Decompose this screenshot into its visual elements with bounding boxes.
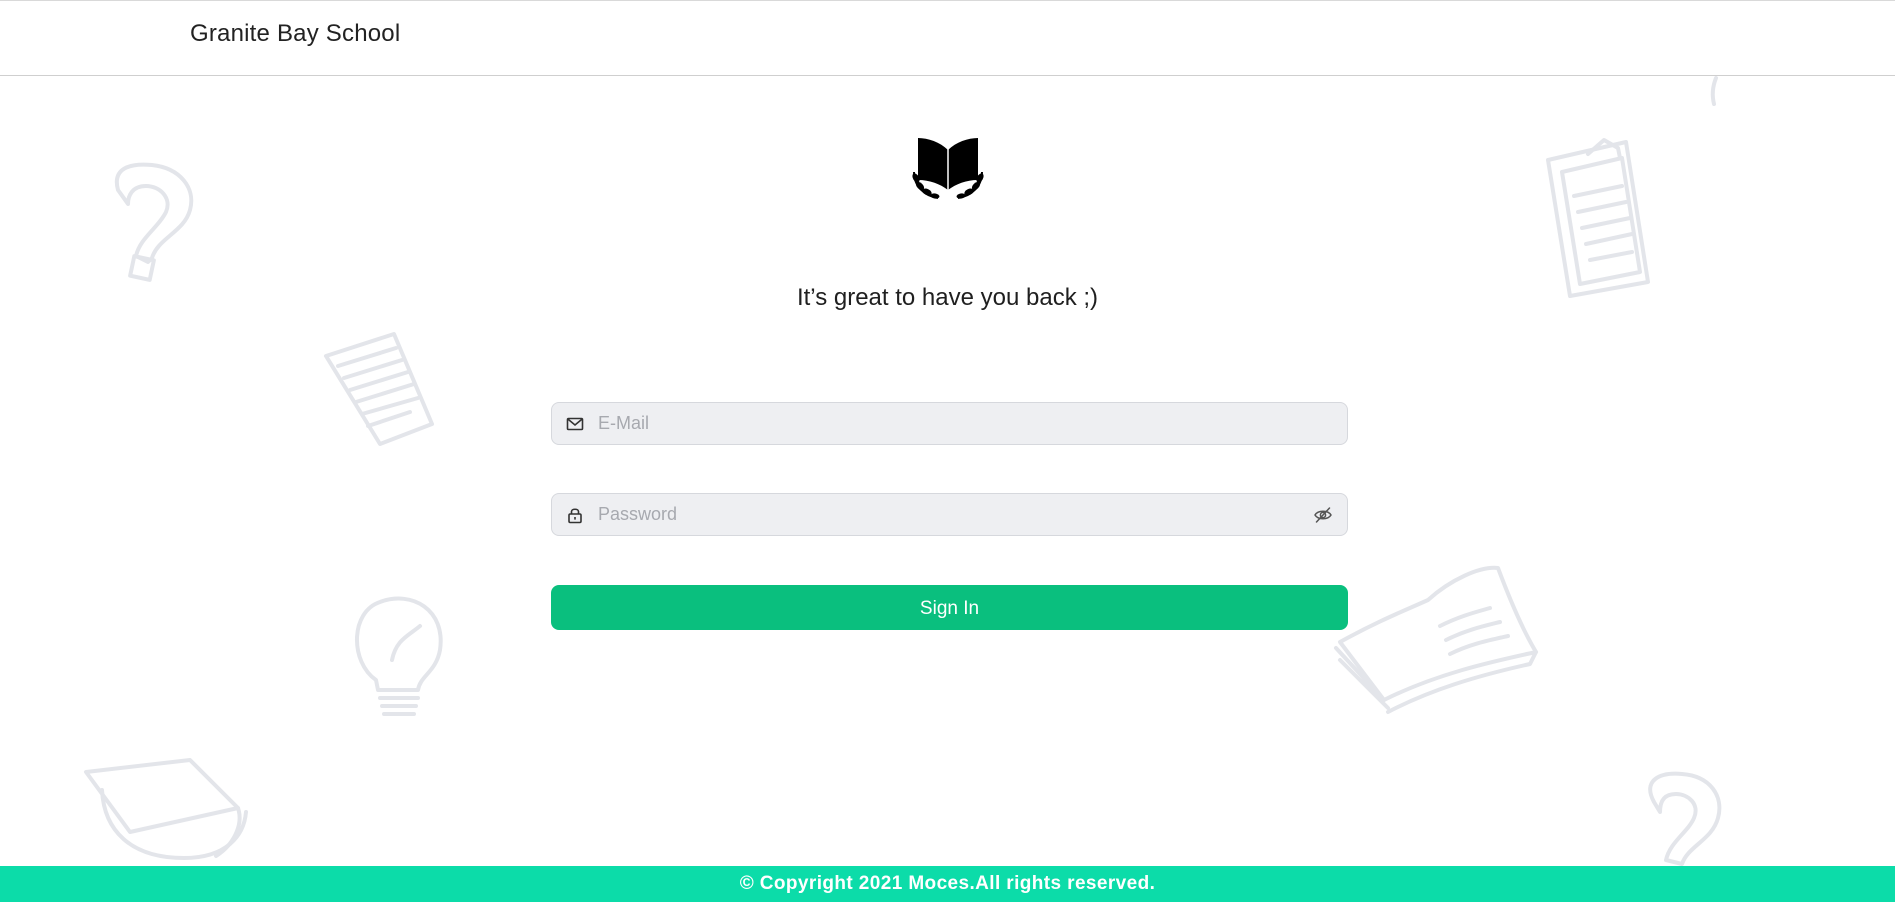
open-book-with-laurel-icon (912, 138, 984, 199)
welcome-message: It’s great to have you back ;) (796, 284, 1099, 311)
email-field[interactable] (551, 402, 1348, 445)
password-field[interactable] (551, 493, 1348, 536)
question-mark-icon (114, 162, 194, 282)
clipboard-icon (1546, 138, 1650, 298)
question-mark-icon (1648, 771, 1722, 866)
eye-slash-icon[interactable] (1313, 506, 1333, 524)
paper-sheet-icon (324, 332, 434, 446)
lock-icon (568, 508, 582, 524)
footer-copyright: © Copyright 2021 Moces.All rights reserv… (0, 866, 1895, 902)
school-name: Granite Bay School (190, 20, 401, 47)
top-navbar: Granite Bay School (0, 0, 1895, 76)
login-page: Granite Bay School It’s great to have yo… (0, 0, 1895, 902)
email-input[interactable] (598, 403, 1278, 444)
open-book-icon (1334, 565, 1538, 714)
password-input[interactable] (598, 494, 1278, 535)
lightbulb-icon (355, 596, 443, 716)
sign-in-button[interactable]: Sign In (551, 585, 1348, 630)
graduation-cap-icon (84, 758, 248, 860)
envelope-icon (566, 417, 584, 431)
